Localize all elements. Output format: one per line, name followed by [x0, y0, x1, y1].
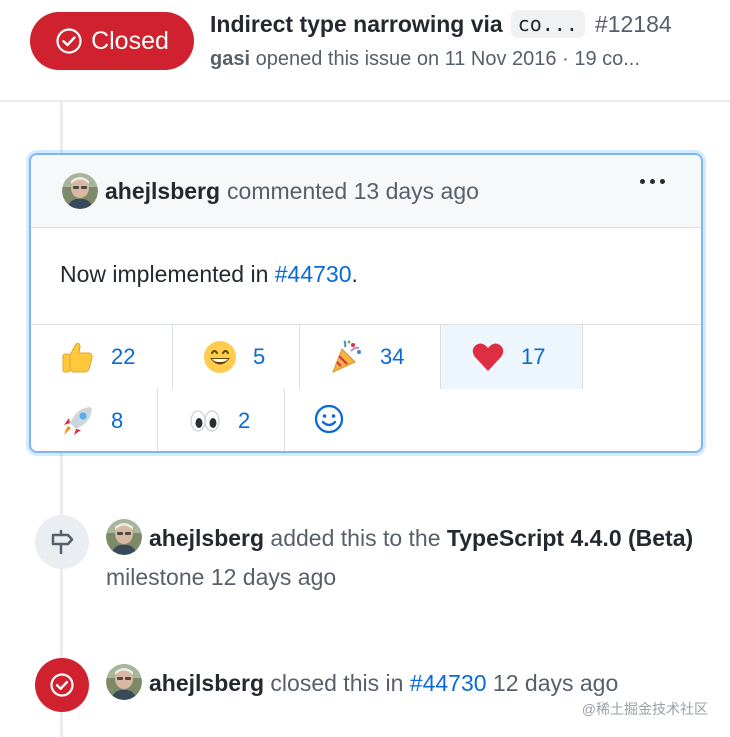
reaction-rocket[interactable]: 8	[31, 389, 158, 451]
closed-event-icon	[35, 658, 89, 712]
comment-pr-link[interactable]: #44730	[275, 261, 352, 287]
issue-meta: gasi opened this issue on 11 Nov 2016 · …	[210, 48, 710, 71]
milestone-icon	[35, 515, 89, 569]
issue-number: #12184	[594, 10, 672, 37]
issue-title-row: Indirect type narrowing via co... #12184	[210, 10, 710, 38]
kebab-menu-icon[interactable]	[640, 179, 665, 184]
add-reaction-button[interactable]	[285, 389, 345, 451]
issue-title[interactable]: Indirect type narrowing via	[210, 11, 503, 38]
avatar[interactable]	[106, 663, 142, 700]
reaction-count: 2	[238, 408, 251, 433]
reactions-row: 8 2	[31, 389, 701, 451]
check-circle-icon	[55, 27, 83, 55]
hooray-icon	[328, 338, 366, 376]
watermark: @稀土掘金技术社区	[581, 701, 708, 717]
reaction-hooray[interactable]: 34	[300, 325, 441, 389]
reaction-thumbs-up[interactable]: 22	[31, 325, 173, 389]
comment-timestamp: commented 13 days ago	[227, 177, 479, 204]
comment-author-link[interactable]: ahejlsberg	[105, 178, 220, 205]
reaction-count: 22	[111, 344, 136, 369]
issue-state-label: Closed	[91, 26, 169, 55]
eyes-icon	[186, 402, 224, 440]
reaction-count: 17	[521, 344, 546, 369]
comment-header: ahejlsberg commented 13 days ago	[31, 155, 701, 228]
event-text: added this to the	[264, 525, 447, 551]
heart-icon	[469, 338, 507, 376]
issue-header: Closed Indirect type narrowing via co...…	[0, 0, 730, 102]
issue-title-code: co...	[510, 10, 585, 38]
reactions-bar: 22 5 34 17 8 2	[31, 324, 701, 451]
event-text: milestone 12 days ago	[106, 564, 337, 590]
thumbs-up-icon	[59, 338, 97, 376]
event-text: closed this in	[264, 670, 410, 696]
comment-body-text: Now implemented in	[60, 261, 275, 287]
closing-pr-link[interactable]: #44730	[410, 670, 487, 696]
milestone-event-text: ahejlsberg added this to the TypeScript …	[106, 518, 706, 597]
reaction-eyes[interactable]: 2	[158, 389, 285, 451]
avatar[interactable]	[62, 173, 98, 209]
issue-author-link[interactable]: gasi	[210, 48, 250, 70]
issue-meta-text: opened this issue on 11 Nov 2016 · 19 co…	[255, 48, 640, 70]
reaction-count: 8	[111, 408, 124, 433]
milestone-link[interactable]: TypeScript 4.4.0 (Beta)	[447, 525, 693, 551]
comment-body: Now implemented in #44730.	[60, 261, 358, 288]
event-text: 12 days ago	[486, 670, 619, 696]
reaction-laugh[interactable]: 5	[173, 325, 300, 389]
smiley-icon	[313, 403, 345, 440]
comment-card: ahejlsberg commented 13 days ago Now imp…	[29, 153, 703, 453]
laugh-icon	[201, 338, 239, 376]
issue-state-badge: Closed	[30, 12, 194, 70]
event-author-link[interactable]: ahejlsberg	[149, 670, 264, 696]
reaction-count: 34	[380, 344, 405, 369]
event-author-link[interactable]: ahejlsberg	[149, 525, 264, 551]
comment-body-suffix: .	[351, 261, 358, 287]
avatar[interactable]	[106, 518, 142, 555]
reaction-count: 5	[253, 344, 266, 369]
reaction-heart[interactable]: 17	[441, 325, 583, 389]
reactions-row: 22 5 34 17	[31, 325, 701, 389]
rocket-icon	[59, 402, 97, 440]
closed-event-text: ahejlsberg closed this in #44730 12 days…	[106, 663, 706, 703]
